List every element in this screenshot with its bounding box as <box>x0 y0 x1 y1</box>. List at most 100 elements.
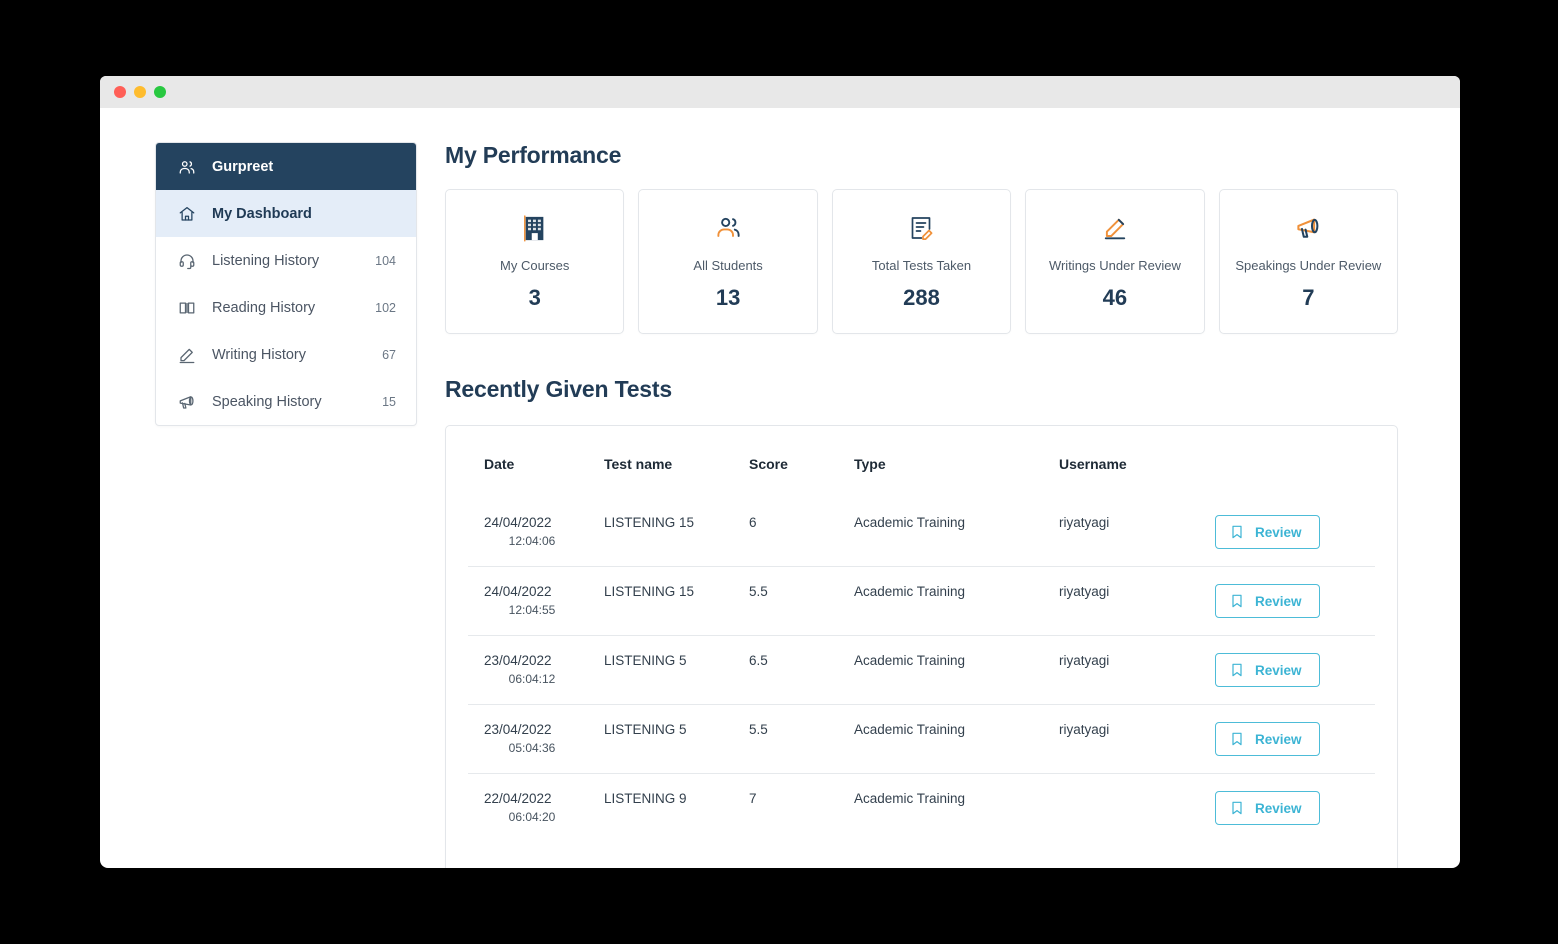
cell-username: riyatyagi <box>1059 515 1110 530</box>
stat-card-list: My Courses 3 All Students 13 Total Tests… <box>445 189 1399 334</box>
stat-card-value: 7 <box>1302 285 1315 311</box>
table-row: 24/04/2022 12:04:55 LISTENING 15 5.5 Aca… <box>468 566 1375 636</box>
column-header-username: Username <box>1059 456 1127 472</box>
sidebar-item-label: Speaking History <box>212 393 322 410</box>
cell-score: 6 <box>749 515 757 530</box>
stat-card-total-tests-taken[interactable]: Total Tests Taken 288 <box>831 189 1012 334</box>
users-icon <box>715 212 742 244</box>
cell-username <box>1043 773 1193 842</box>
cell-date-value: 24/04/2022 <box>484 515 552 530</box>
sidebar-item-listening-history[interactable]: Listening History 104 <box>156 237 416 284</box>
sidebar-item-writing-history[interactable]: Writing History 67 <box>156 331 416 378</box>
cell-time-value: 05:04:36 <box>508 741 556 755</box>
column-header-score: Score <box>749 456 788 472</box>
maximize-window-button[interactable] <box>154 86 166 98</box>
sidebar: Gurpreet My Dashboard Listening History … <box>155 142 417 426</box>
cell-actions: Review <box>1193 566 1375 636</box>
close-window-button[interactable] <box>114 86 126 98</box>
megaphone-icon <box>178 393 196 411</box>
cell-username: riyatyagi <box>1043 635 1193 705</box>
book-icon <box>178 299 196 317</box>
column-header-date: Date <box>484 456 515 472</box>
stat-card-label: All Students <box>693 257 763 273</box>
sidebar-item-label: Listening History <box>212 252 320 269</box>
cell-score: 5.5 <box>733 566 838 636</box>
review-button-label: Review <box>1255 524 1302 540</box>
stat-card-all-students[interactable]: All Students 13 <box>638 189 818 334</box>
sidebar-item-label: Reading History <box>212 299 316 316</box>
table-body: 24/04/2022 12:04:06 LISTENING 15 6 Acade… <box>468 498 1375 842</box>
cell-date-value: 23/04/2022 <box>484 722 552 737</box>
cell-type: Academic Training <box>838 635 1043 705</box>
cell-test-name: LISTENING 9 <box>588 773 733 842</box>
cell-score: 7 <box>733 773 838 842</box>
bookmark-icon <box>1229 731 1245 747</box>
stat-card-label: My Courses <box>500 257 570 273</box>
home-icon <box>178 205 196 223</box>
headphones-icon <box>178 252 196 270</box>
sidebar-item-my-dashboard[interactable]: My Dashboard <box>156 190 416 237</box>
column-header-test-name: Test name <box>604 456 673 472</box>
stat-card-value: 3 <box>528 285 541 311</box>
cell-time-value: 06:04:20 <box>508 810 556 824</box>
cell-type: Academic Training <box>838 773 1043 842</box>
cell-date-value: 23/04/2022 <box>484 653 552 668</box>
minimize-window-button[interactable] <box>134 86 146 98</box>
cell-score: 5.5 <box>733 704 838 774</box>
cell-test-name: LISTENING 15 <box>588 566 733 636</box>
page-title: My Performance <box>445 142 622 168</box>
sidebar-item-reading-history[interactable]: Reading History 102 <box>156 284 416 331</box>
cell-time-value: 12:04:55 <box>508 603 556 617</box>
stat-card-value: 13 <box>715 285 741 311</box>
cell-test-name: LISTENING 5 <box>588 704 733 774</box>
sidebar-user-header: Gurpreet <box>156 143 416 190</box>
review-button-label: Review <box>1255 731 1302 747</box>
recently-given-tests-title: Recently Given Tests <box>445 376 672 402</box>
bookmark-icon <box>1229 800 1245 816</box>
table-row: 23/04/2022 05:04:36 LISTENING 5 5.5 Acad… <box>468 704 1375 774</box>
review-button-label: Review <box>1255 593 1302 609</box>
cell-actions: Review <box>1193 498 1375 567</box>
building-icon <box>522 212 548 244</box>
bookmark-icon <box>1229 593 1245 609</box>
cell-date: 22/04/2022 06:04:20 <box>468 773 588 842</box>
cell-date: 24/04/2022 12:04:55 <box>468 566 588 636</box>
sidebar-user-name: Gurpreet <box>212 158 274 175</box>
cell-type: Academic Training <box>854 515 966 530</box>
review-button-label: Review <box>1255 800 1302 816</box>
stat-card-speakings-under-review[interactable]: Speakings Under Review 7 <box>1218 189 1399 334</box>
review-button[interactable]: Review <box>1215 791 1320 825</box>
pencil-icon <box>1102 212 1128 244</box>
cell-username: riyatyagi <box>1043 566 1193 636</box>
window-titlebar <box>100 76 1460 108</box>
cell-type: Academic Training <box>838 566 1043 636</box>
users-icon <box>178 158 196 176</box>
review-button[interactable]: Review <box>1215 515 1320 549</box>
cell-type: Academic Training <box>838 704 1043 774</box>
stat-card-my-courses[interactable]: My Courses 3 <box>445 189 625 334</box>
table-row: 23/04/2022 06:04:12 LISTENING 5 6.5 Acad… <box>468 635 1375 705</box>
table-row: 24/04/2022 12:04:06 LISTENING 15 6 Acade… <box>468 498 1375 567</box>
document-edit-icon <box>908 212 935 244</box>
sidebar-item-label: Writing History <box>212 346 306 363</box>
sidebar-item-label: My Dashboard <box>212 205 312 222</box>
main-content: My Performance My Courses 3 All Students… <box>417 142 1460 868</box>
stat-card-writings-under-review[interactable]: Writings Under Review 46 <box>1025 189 1205 334</box>
recently-given-tests-table: Date Test name Score Type Username 24/04… <box>468 456 1375 842</box>
bookmark-icon <box>1229 662 1245 678</box>
review-button[interactable]: Review <box>1215 584 1320 618</box>
review-button-label: Review <box>1255 662 1302 678</box>
stat-card-value: 46 <box>1102 285 1128 311</box>
stat-card-label: Writings Under Review <box>1048 257 1181 273</box>
stat-card-label: Speakings Under Review <box>1235 257 1382 273</box>
review-button[interactable]: Review <box>1215 653 1320 687</box>
table-row: 22/04/2022 06:04:20 LISTENING 9 7 Academ… <box>468 773 1375 842</box>
browser-window: Gurpreet My Dashboard Listening History … <box>100 76 1460 868</box>
sidebar-item-count: 15 <box>382 394 396 409</box>
table-header: Date Test name Score Type Username <box>468 456 1375 498</box>
column-header-type: Type <box>854 456 886 472</box>
cell-username: riyatyagi <box>1043 704 1193 774</box>
review-button[interactable]: Review <box>1215 722 1320 756</box>
sidebar-item-speaking-history[interactable]: Speaking History 15 <box>156 378 416 425</box>
cell-actions: Review <box>1193 635 1375 705</box>
